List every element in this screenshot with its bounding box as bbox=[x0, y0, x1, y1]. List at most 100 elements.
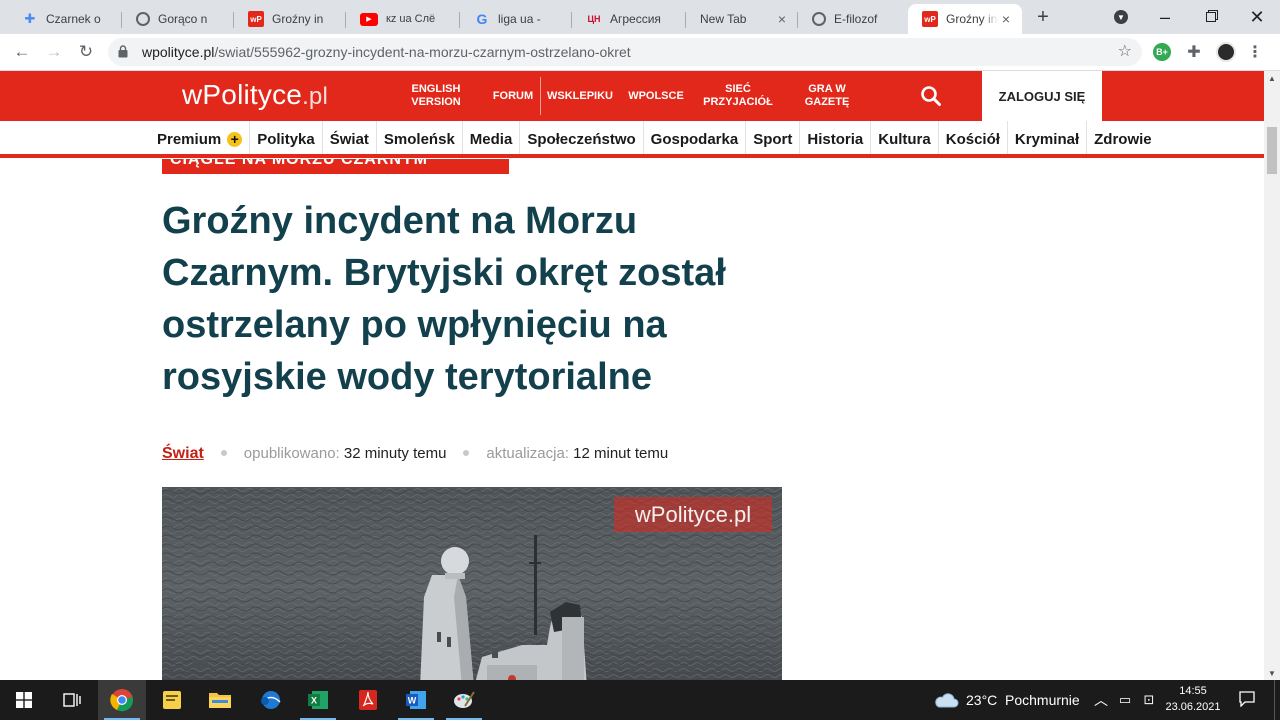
close-window-icon[interactable]: ✕ bbox=[1234, 0, 1280, 34]
network-icon[interactable]: ⊡ bbox=[1140, 691, 1158, 709]
page-scrollbar[interactable]: ▲ ▼ bbox=[1264, 71, 1280, 680]
topnav-siec-przyjaciol[interactable]: SIEĆ PRZYJACIÓŁ bbox=[700, 71, 776, 121]
cloud-icon[interactable] bbox=[930, 680, 962, 720]
category-gospodarka[interactable]: Gospodarka bbox=[644, 121, 747, 157]
category-kultura[interactable]: Kultura bbox=[871, 121, 939, 157]
bullet-icon bbox=[220, 450, 227, 457]
category-media[interactable]: Media bbox=[463, 121, 521, 157]
address-bar[interactable]: wpolityce.pl/swiat/555962-grozny-incyden… bbox=[108, 38, 1142, 66]
site-header: wPolityce.pl ENGLISH VERSION FORUM WSKLE… bbox=[0, 71, 1264, 121]
avatar[interactable] bbox=[1216, 42, 1236, 62]
browser-tab-active[interactable]: wP Groźny in × bbox=[908, 4, 1022, 34]
tab-title: liga ua - bbox=[498, 12, 541, 26]
article-section-link[interactable]: Świat bbox=[162, 445, 204, 462]
browser-toolbar: ← → ↻ wpolityce.pl/swiat/555962-grozny-i… bbox=[0, 34, 1280, 71]
browser-tab[interactable]: ▶ кz ua Cлё bbox=[346, 4, 460, 34]
youtube-icon: ▶ bbox=[360, 12, 378, 26]
windows-taskbar: X W 23°C Pochmurnie ︿ ▭ ⊡ 14:55 23.06.20… bbox=[0, 680, 1280, 720]
restore-icon[interactable] bbox=[1188, 0, 1234, 34]
windows-start-icon[interactable] bbox=[0, 680, 48, 720]
article-photo[interactable]: wPolityce.pl bbox=[162, 487, 782, 680]
browser-tab[interactable]: G liga ua - bbox=[460, 4, 572, 34]
web-page: wPolityce.pl ENGLISH VERSION FORUM WSKLE… bbox=[0, 71, 1264, 680]
updated-label: aktualizacja: bbox=[486, 445, 569, 462]
login-button[interactable]: ZALOGUJ SIĘ bbox=[982, 71, 1102, 121]
paint-icon[interactable] bbox=[440, 680, 488, 720]
tsn-icon: ЦН bbox=[587, 14, 601, 24]
category-kryminal[interactable]: Kryminał bbox=[1008, 121, 1088, 157]
plus-icon: + bbox=[227, 131, 243, 147]
category-swiat[interactable]: Świat bbox=[323, 121, 377, 157]
browser-tab[interactable]: ЦН Агрессия bbox=[572, 4, 686, 34]
category-premium[interactable]: Premium + bbox=[150, 121, 251, 157]
weather-description[interactable]: Pochmurnie bbox=[1005, 680, 1080, 720]
chevron-up-icon[interactable]: ︿ bbox=[1092, 691, 1110, 709]
site-logo[interactable]: wPolityce.pl bbox=[182, 79, 328, 111]
sticky-notes-icon[interactable] bbox=[148, 680, 196, 720]
forward-icon[interactable]: → bbox=[40, 38, 68, 66]
tab-title: Czarnek o bbox=[46, 12, 101, 26]
lock-icon bbox=[118, 45, 128, 58]
tab-title: Gorąco n bbox=[158, 12, 208, 26]
published-label: opublikowano: bbox=[243, 445, 340, 462]
reload-icon[interactable]: ↻ bbox=[72, 38, 100, 66]
device-icon[interactable]: ▭ bbox=[1116, 691, 1134, 709]
acrobat-icon[interactable] bbox=[344, 680, 392, 720]
show-desktop-button[interactable] bbox=[1274, 680, 1275, 720]
topnav-forum[interactable]: FORUM bbox=[490, 71, 536, 121]
word-icon[interactable]: W bbox=[392, 680, 440, 720]
category-kosciol[interactable]: Kościół bbox=[939, 121, 1008, 157]
browser-tab[interactable]: ✚ Czarnek o bbox=[8, 4, 122, 34]
notifications-icon[interactable] bbox=[1238, 691, 1256, 709]
globe-icon bbox=[812, 12, 826, 26]
clock-date: 23.06.2021 bbox=[1165, 701, 1221, 713]
scroll-down-icon[interactable]: ▼ bbox=[1268, 669, 1276, 678]
category-polityka[interactable]: Polityka bbox=[250, 121, 323, 157]
browser-tab[interactable]: New Tab × bbox=[686, 4, 798, 34]
topnav-wpolsce[interactable]: WPOLSCE bbox=[626, 71, 686, 121]
tab-title: E-filozof bbox=[834, 12, 878, 26]
browser-tab-strip: ✚ Czarnek o Gorąco n wP Groźny in ▶ кz u… bbox=[0, 0, 1280, 34]
browser-tab[interactable]: wP Groźny in bbox=[234, 4, 346, 34]
topnav-gra-w-gazete[interactable]: GRA W GAZETĘ bbox=[798, 71, 856, 121]
category-smolensk[interactable]: Smoleńsk bbox=[377, 121, 463, 157]
topnav-english-version[interactable]: ENGLISH VERSION bbox=[404, 71, 468, 121]
close-icon[interactable]: × bbox=[998, 11, 1014, 27]
extension-icon[interactable]: B+ bbox=[1153, 43, 1171, 61]
topnav-wsklepiku[interactable]: WSKLEPIKU bbox=[546, 71, 614, 121]
scrollbar-thumb[interactable] bbox=[1267, 127, 1277, 174]
scroll-up-icon[interactable]: ▲ bbox=[1268, 74, 1276, 83]
browser-tab[interactable]: Gorąco n bbox=[122, 4, 234, 34]
tab-title: New Tab bbox=[700, 12, 747, 26]
task-view-icon[interactable] bbox=[48, 680, 96, 720]
weather-temperature[interactable]: 23°C bbox=[966, 680, 997, 720]
puzzle-icon[interactable]: ✚ bbox=[1185, 43, 1203, 61]
tab-title: Groźny in bbox=[946, 12, 998, 26]
svg-text:W: W bbox=[408, 696, 417, 706]
file-explorer-icon[interactable] bbox=[196, 680, 244, 720]
category-zdrowie[interactable]: Zdrowie bbox=[1087, 121, 1159, 157]
outlook-icon[interactable] bbox=[246, 680, 294, 720]
svg-text:X: X bbox=[311, 696, 317, 706]
url-path: /swiat/555962-grozny-incydent-na-morzu-c… bbox=[214, 44, 631, 60]
chrome-taskbar-icon[interactable] bbox=[98, 680, 146, 720]
browser-tab[interactable]: E-filozof bbox=[798, 4, 908, 34]
article-kicker[interactable]: CIĄGLE NA MORZU CZARNYM bbox=[162, 159, 509, 174]
category-historia[interactable]: Historia bbox=[800, 121, 872, 157]
category-spoleczenstwo[interactable]: Społeczeństwo bbox=[520, 121, 644, 157]
bookmark-star-icon[interactable]: ☆ bbox=[1118, 38, 1132, 66]
tab-search-icon[interactable]: ▼ bbox=[1098, 0, 1144, 34]
back-icon[interactable]: ← bbox=[8, 38, 36, 66]
minimize-icon[interactable]: – bbox=[1142, 0, 1188, 34]
google-icon: G bbox=[476, 11, 488, 27]
category-sport[interactable]: Sport bbox=[746, 121, 801, 157]
close-icon[interactable]: × bbox=[774, 11, 790, 27]
search-icon[interactable] bbox=[920, 85, 942, 107]
excel-icon[interactable]: X bbox=[294, 680, 342, 720]
menu-kebab-icon[interactable]: ⋮ bbox=[1246, 43, 1264, 61]
url-text: wpolityce.pl/swiat/555962-grozny-incyden… bbox=[142, 38, 631, 66]
tab-title: Groźny in bbox=[272, 12, 324, 26]
article-meta: Świat opublikowano: 32 minuty temu aktuali… bbox=[162, 445, 668, 463]
new-tab-icon[interactable]: + bbox=[1032, 7, 1054, 29]
system-clock[interactable]: 14:55 23.06.2021 bbox=[1158, 683, 1228, 715]
